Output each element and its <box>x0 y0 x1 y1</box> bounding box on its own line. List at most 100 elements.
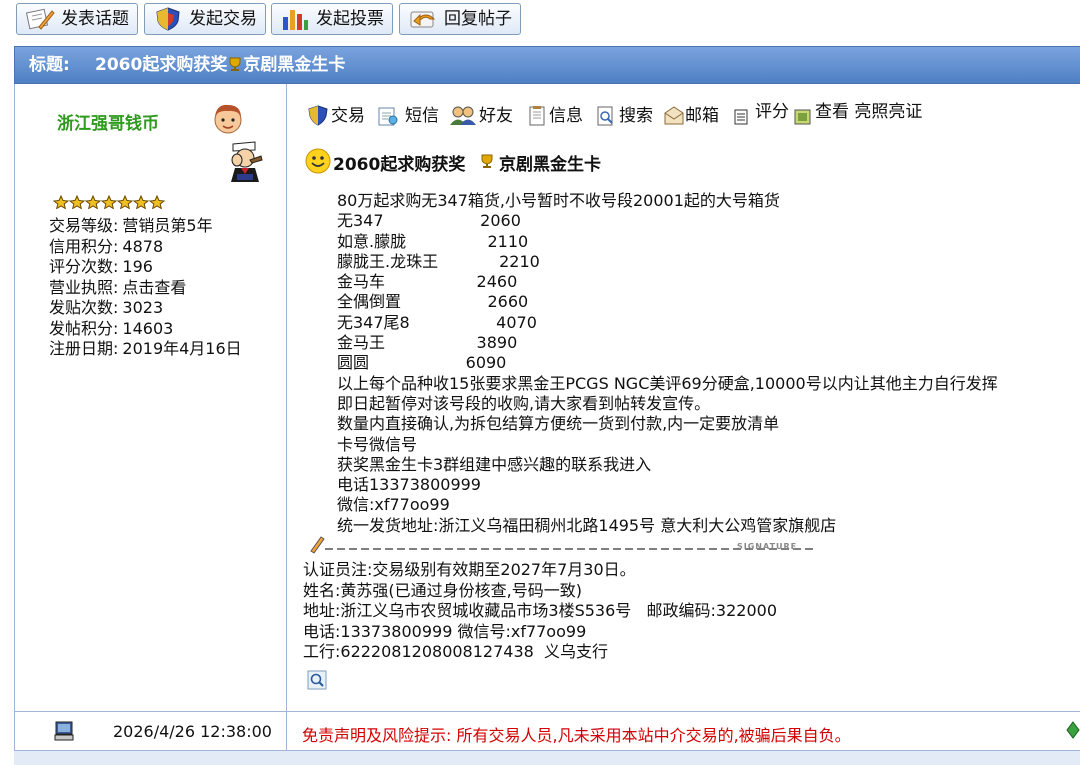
shield-icon <box>156 7 180 31</box>
info-row-register-date: 注册日期: 2019年4月16日 <box>49 339 242 360</box>
cert-line: 电话:13373800999 微信号:xf77oo99 <box>303 621 587 641</box>
info-value: 14603 <box>122 318 174 338</box>
star-icon <box>148 194 166 210</box>
pencil-icon <box>310 536 325 554</box>
star-icon <box>84 194 102 210</box>
bar-chart-icon <box>283 10 308 30</box>
action-info-label: 信息 <box>549 106 583 126</box>
star-icon <box>68 194 86 210</box>
post-line: 无347尾8 4070 <box>337 312 537 332</box>
info-key: 交易等级: <box>49 216 119 235</box>
magnifier-icon[interactable] <box>307 670 327 690</box>
diamond-icon <box>1066 721 1080 739</box>
action-view-license[interactable]: 查看 亮照亮证 <box>793 102 943 130</box>
friends-icon <box>450 106 476 125</box>
post-topic-label: 发表话题 <box>61 9 129 29</box>
avatar-sailor-icon <box>231 141 263 182</box>
search-document-icon <box>597 106 613 126</box>
post-line: 圆圆 6090 <box>337 353 507 373</box>
star-icon <box>100 194 118 210</box>
top-toolbar: 发表话题 发起交易 发起投票 回复帖子 <box>0 0 1080 44</box>
action-search[interactable]: 搜索 <box>595 102 657 130</box>
trophy-icon <box>229 57 241 71</box>
post-line: 电话13373800999 <box>337 475 481 495</box>
post-line: 无347 2060 <box>337 211 521 231</box>
info-value: 2019年4月16日 <box>122 339 242 358</box>
reply-icon <box>410 11 436 28</box>
info-key: 营业执照: <box>49 277 119 297</box>
action-view-license-label: 查看 亮照亮证 <box>815 102 923 122</box>
user-profile-panel: 浙江强哥钱币 交易等级: 营销员第5年 信用积分: 4878 评分次数: 196 营业… <box>14 84 287 712</box>
info-value: 196 <box>122 257 153 276</box>
info-row-rating-count: 评分次数: 196 <box>49 257 242 278</box>
action-trade-label: 交易 <box>331 106 365 126</box>
reply-post-label: 回复帖子 <box>444 9 512 29</box>
info-value: 营销员第5年 <box>122 216 213 235</box>
action-trade[interactable]: 交易 <box>307 102 369 130</box>
info-row-post-score: 发帖积分: 14603 <box>49 319 242 340</box>
action-rate-label: 评分 <box>755 102 789 122</box>
star-icon <box>52 194 70 210</box>
cert-line: 地址:浙江义乌市农贸城收藏品市场3楼S536号 邮政编码:322000 <box>303 601 777 620</box>
post-line: 卡号微信号 <box>337 434 418 454</box>
post-line: 朦胧王.龙珠王 2210 <box>337 251 540 271</box>
post-line: 金马王 3890 <box>337 333 518 353</box>
action-info[interactable]: 信息 <box>527 102 587 130</box>
username[interactable]: 浙江强哥钱币 <box>57 109 159 134</box>
post-line: 80万起求购无347箱货,小号暂时不收号段20001起的大号箱货 <box>337 191 780 210</box>
view-license-link[interactable]: 点击查看 <box>122 278 186 297</box>
action-message[interactable]: 短信 <box>377 102 441 130</box>
post-line: 数量内直接确认,为拆包结算方便统一货到付款,内一定要放清单 <box>337 414 780 434</box>
post-body: 80万起求购无347箱货,小号暂时不收号段20001起的大号箱货 无347 206… <box>337 191 998 536</box>
cert-line: 工行:6222081208008127438 义乌支行 <box>303 642 608 661</box>
start-poll-button[interactable]: 发起投票 <box>271 3 393 35</box>
mail-icon <box>664 106 684 125</box>
info-key: 发贴次数: <box>49 298 119 317</box>
user-info-list: 交易等级: 营销员第5年 信用积分: 4878 评分次数: 196 营业执照: 点击查看… <box>49 216 242 360</box>
post-title-part1: 2060起求购获奖 <box>333 155 466 175</box>
rating-list-icon <box>734 109 748 125</box>
star-icon <box>132 194 150 210</box>
info-key: 注册日期: <box>49 339 119 358</box>
action-friends[interactable]: 好友 <box>449 102 517 130</box>
start-trade-button[interactable]: 发起交易 <box>144 3 266 35</box>
info-row-license: 营业执照: 点击查看 <box>49 278 242 299</box>
action-mailbox[interactable]: 邮箱 <box>663 102 725 130</box>
start-trade-label: 发起交易 <box>189 9 257 29</box>
action-rate[interactable]: 评分 <box>733 102 795 130</box>
thread-title: 2060起求购获奖 京剧黑金生卡 <box>95 47 345 83</box>
trophy-icon <box>481 154 493 168</box>
post-panel: 交易 短信 好友 信息 搜索 邮箱 评分 查看 亮照亮证 2060起求购获奖 京… <box>287 84 1080 712</box>
info-value: 4878 <box>122 236 164 256</box>
thread-title-part1: 2060起求购获奖 <box>95 55 228 75</box>
pencil-paper-icon <box>25 8 55 30</box>
post-line: 以上每个品种收15张要求黑金王PCGS NGC美评69分硬盒,10000号以内让… <box>337 373 998 393</box>
message-icon <box>378 107 398 126</box>
action-mailbox-label: 邮箱 <box>685 106 719 126</box>
view-license-icon <box>794 109 811 125</box>
info-row-post-count: 发贴次数: 3023 <box>49 298 242 319</box>
disclaimer-text: 免责声明及风险提示: 所有交易人员,凡未采用本站中介交易的,被骗后果自负。 <box>302 726 851 745</box>
computer-icon <box>54 721 74 741</box>
post-line: 获奖黑金生卡3群组建中感兴趣的联系我进入 <box>337 454 652 474</box>
info-key: 信用积分: <box>49 236 119 256</box>
info-document-icon <box>529 106 545 126</box>
signature-label: SIGNATURE <box>737 542 798 551</box>
post-topic-button[interactable]: 发表话题 <box>16 3 138 35</box>
post-line: 金马车 2460 <box>337 272 518 292</box>
start-poll-label: 发起投票 <box>316 9 384 29</box>
post-timestamp: 2026/4/26 12:38:00 <box>113 722 272 741</box>
thread-title-bar: 标题: 2060起求购获奖 京剧黑金生卡 <box>14 46 1080 84</box>
post-title-part2: 京剧黑金生卡 <box>499 155 601 175</box>
bottom-bar <box>14 750 1080 765</box>
action-friends-label: 好友 <box>479 106 513 126</box>
rating-stars <box>52 194 166 213</box>
info-row-credit: 信用积分: 4878 <box>49 237 242 258</box>
post-line: 如意.朦胧 2110 <box>337 231 529 251</box>
title-label: 标题: <box>29 55 70 75</box>
post-line: 全偶倒置 2660 <box>337 292 529 312</box>
info-key: 发帖积分: <box>49 318 119 338</box>
reply-post-button[interactable]: 回复帖子 <box>399 3 521 35</box>
smiley-icon <box>305 148 331 174</box>
shield-icon <box>308 105 328 126</box>
